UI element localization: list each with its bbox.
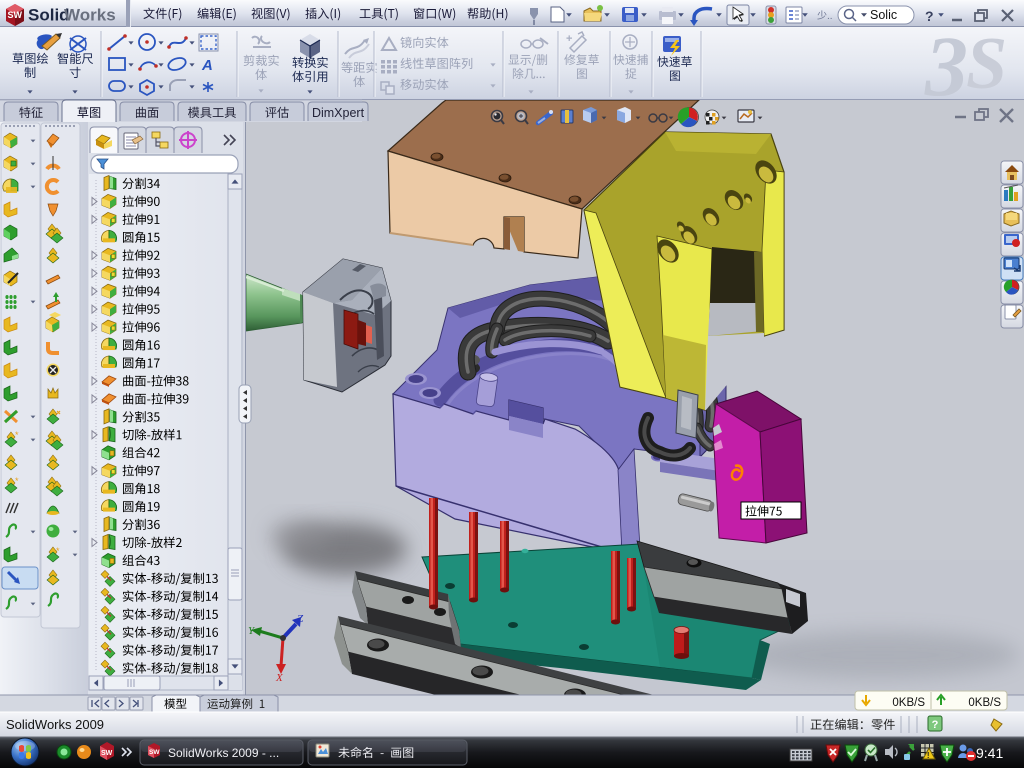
svg-text:+: + xyxy=(566,33,572,45)
svg-text:X: X xyxy=(275,672,284,684)
svg-text:S: S xyxy=(966,23,1007,105)
svg-text:?: ? xyxy=(932,719,939,731)
svg-text:9:41: 9:41 xyxy=(976,745,1003,761)
svg-text:!: ! xyxy=(927,751,930,760)
svg-text:SolidWorks 2009 - ...: SolidWorks 2009 - ... xyxy=(168,746,279,760)
svg-text:SolidWorks 2009: SolidWorks 2009 xyxy=(6,717,104,732)
svg-text:Works: Works xyxy=(64,6,116,25)
svg-text:0KB/S: 0KB/S xyxy=(892,697,925,709)
svg-text:少..: 少.. xyxy=(817,10,833,22)
svg-text:Z: Z xyxy=(297,613,304,625)
svg-text:Solic: Solic xyxy=(870,8,897,22)
svg-text:SW: SW xyxy=(149,749,160,756)
svg-text:DimXpert: DimXpert xyxy=(312,106,365,120)
svg-text:A: A xyxy=(201,57,213,74)
svg-text:*: * xyxy=(15,476,19,486)
svg-text:0KB/S: 0KB/S xyxy=(968,697,1001,709)
svg-text:3: 3 xyxy=(924,18,968,114)
svg-text:SW: SW xyxy=(101,750,113,757)
svg-text:SW: SW xyxy=(8,10,23,20)
svg-text:*: * xyxy=(56,546,60,556)
svg-text:*: * xyxy=(15,430,19,440)
